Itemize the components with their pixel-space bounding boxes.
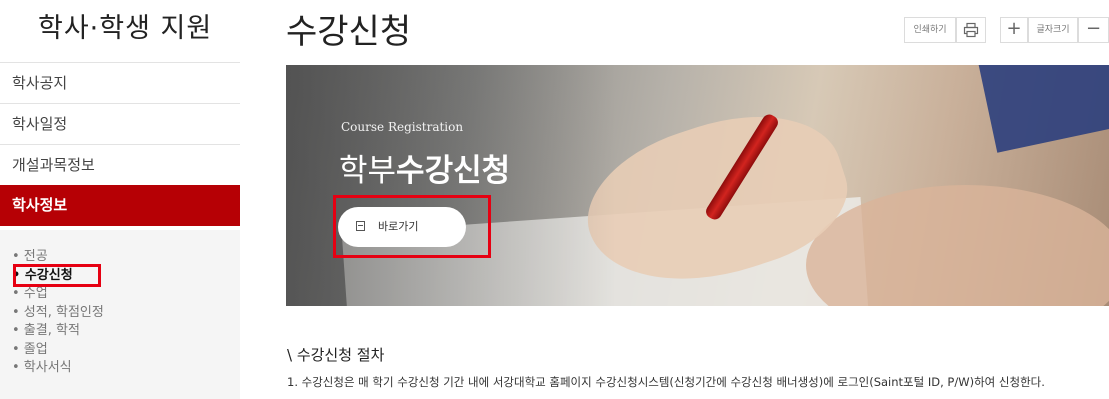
- section-paragraph: 1. 수강신청은 매 학기 수강신청 기간 내에 서강대학교 홈페이지 수강신청…: [287, 375, 1045, 389]
- plus-icon[interactable]: +: [1000, 17, 1028, 43]
- submenu-item-graduation[interactable]: • 졸업: [12, 341, 240, 360]
- minus-icon[interactable]: −: [1078, 17, 1109, 43]
- sidebar-title: 학사·학생 지원: [38, 13, 213, 44]
- printer-icon[interactable]: [956, 17, 986, 43]
- go-button-highlight-box: [333, 195, 491, 258]
- banner-title-bold: 수강신청: [396, 153, 511, 189]
- sidebar-item-notice[interactable]: 학사공지: [0, 62, 240, 103]
- print-button[interactable]: 인쇄하기: [904, 17, 956, 43]
- sidebar-menu: 학사공지 학사일정 개설과목정보 학사정보: [0, 62, 240, 226]
- submenu-item-forms[interactable]: • 학사서식: [12, 359, 240, 378]
- banner-sleeve: [978, 65, 1109, 153]
- sidebar-item-schedule[interactable]: 학사일정: [0, 103, 240, 144]
- font-size-label: 글자크기: [1028, 17, 1078, 43]
- submenu-item-grades[interactable]: • 성적, 학점인정: [12, 304, 240, 323]
- submenu-highlight-box: [13, 264, 101, 287]
- sidebar-submenu: • 전공 • 수강신청 • 수업 • 성적, 학점인정 • 출결, 학적 • 졸…: [0, 230, 240, 399]
- banner-title-light: 학부: [339, 153, 397, 189]
- sidebar-item-academic-info[interactable]: 학사정보: [0, 185, 240, 226]
- page-title: 수강신청: [286, 12, 412, 52]
- section-title: \ 수강신청 절차: [287, 346, 385, 364]
- submenu-item-class[interactable]: • 수업: [12, 285, 240, 304]
- sidebar: 학사·학생 지원 학사공지 학사일정 개설과목정보 학사정보 • 전공 • 수강…: [0, 0, 240, 399]
- banner-subtitle: Course Registration: [341, 120, 464, 134]
- banner-title: 학부수강신청: [339, 145, 510, 190]
- course-registration-banner: Course Registration 학부수강신청 바로가기: [286, 65, 1109, 306]
- submenu-item-attendance[interactable]: • 출결, 학적: [12, 322, 240, 341]
- sidebar-item-courses[interactable]: 개설과목정보: [0, 144, 240, 185]
